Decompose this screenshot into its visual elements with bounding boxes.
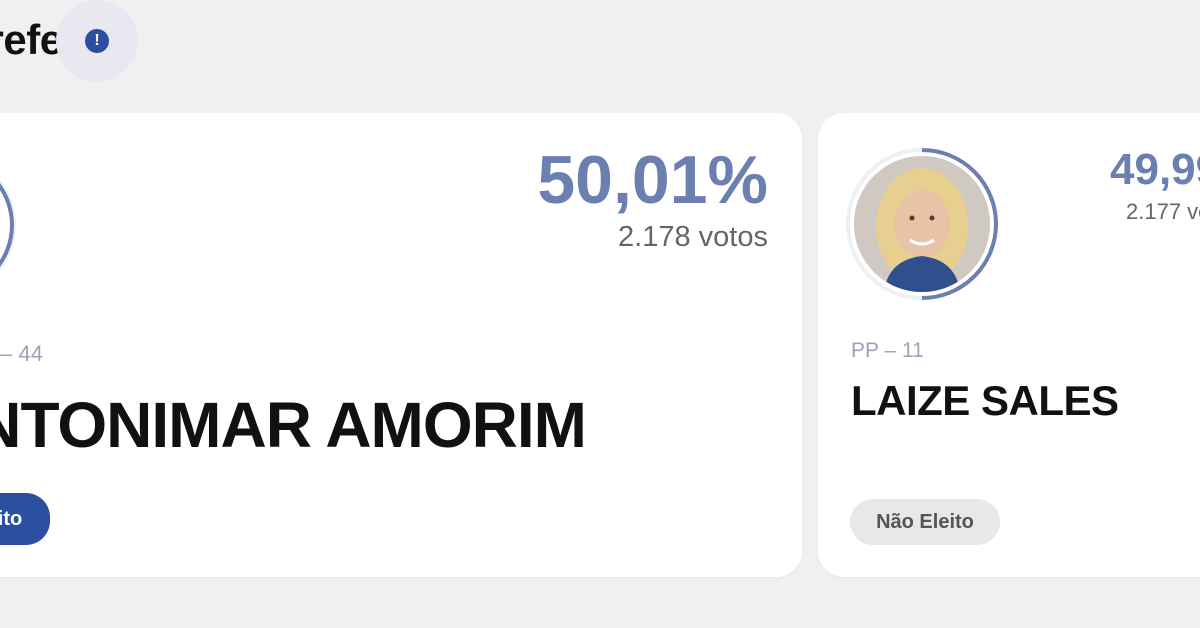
candidate-card-1[interactable]: 50,01% 2.178 votos PSB – 44 ANTONIMAR AM… — [0, 113, 802, 577]
vote-percentage: 49,99% — [1110, 145, 1200, 194]
vote-share-ring-1 — [0, 155, 14, 295]
info-icon: ! — [85, 29, 109, 53]
candidate-card-2[interactable]: 49,99% 2.177 votos PP – 11 LAIZE SALES N… — [818, 113, 1200, 577]
info-button[interactable]: ! — [56, 0, 138, 82]
vote-count: 2.177 votos — [1126, 199, 1200, 224]
avatar — [854, 156, 990, 292]
person-photo-icon — [854, 156, 990, 292]
status-badge: Não Eleito — [850, 499, 1000, 545]
candidate-name: LAIZE SALES — [851, 377, 1119, 424]
candidate-name: ANTONIMAR AMORIM — [0, 389, 587, 461]
status-badge: Eleito — [0, 493, 50, 545]
party-label: PP – 11 — [851, 339, 924, 362]
vote-percentage: 50,01% — [537, 142, 768, 218]
vote-count: 2.178 votos — [618, 221, 768, 253]
party-label: PSB – 44 — [0, 341, 43, 366]
